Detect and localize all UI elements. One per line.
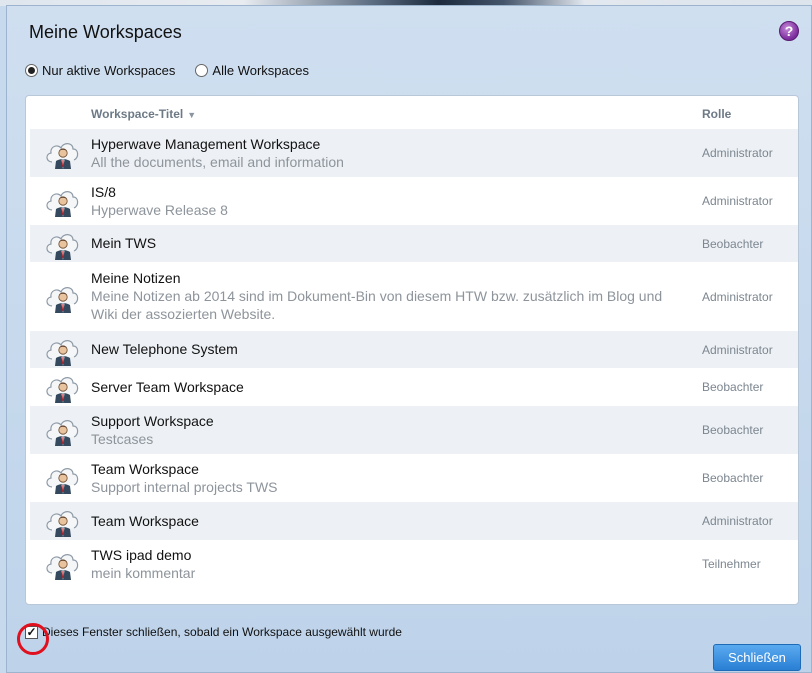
workspace-user-icon bbox=[44, 370, 80, 404]
table-row[interactable]: Support Workspace Testcases Beobachter bbox=[30, 406, 798, 454]
radio-active-workspaces[interactable]: Nur aktive Workspaces bbox=[25, 63, 175, 78]
workspace-role: Administrator bbox=[702, 146, 773, 160]
workspace-info: Team Workspace bbox=[91, 513, 668, 530]
workspace-info: Hyperwave Management Workspace All the do… bbox=[91, 136, 668, 171]
sort-descending-icon: ▼ bbox=[187, 110, 197, 120]
workspace-info: Server Team Workspace bbox=[91, 379, 668, 396]
workspace-role: Administrator bbox=[702, 290, 773, 304]
workspace-role: Administrator bbox=[702, 194, 773, 208]
workspace-description: Meine Notizen ab 2014 sind im Dokument-B… bbox=[91, 288, 663, 322]
help-icon[interactable]: ? bbox=[779, 21, 799, 41]
workspaces-dialog: Meine Workspaces ? Nur aktive Workspaces… bbox=[6, 5, 812, 673]
workspace-user-icon bbox=[44, 184, 80, 218]
workspace-title: Support Workspace bbox=[91, 413, 214, 429]
workspace-title: Team Workspace bbox=[91, 513, 199, 529]
radio-label: Alle Workspaces bbox=[212, 63, 309, 78]
workspace-role: Administrator bbox=[702, 343, 773, 357]
workspace-user-icon bbox=[44, 504, 80, 538]
radio-label: Nur aktive Workspaces bbox=[42, 63, 176, 78]
workspace-user-icon bbox=[44, 280, 80, 314]
workspace-description: Hyperwave Release 8 bbox=[91, 202, 228, 218]
dialog-title: Meine Workspaces bbox=[29, 22, 182, 42]
table-header: Workspace-Titel ▼ Rolle bbox=[26, 96, 798, 132]
table-row[interactable]: Meine Notizen Meine Notizen ab 2014 sind … bbox=[30, 262, 798, 331]
column-header-title-label: Workspace-Titel bbox=[91, 107, 184, 121]
table-row[interactable]: New Telephone System Administrator bbox=[30, 331, 798, 368]
workspace-info: IS/8 Hyperwave Release 8 bbox=[91, 184, 668, 219]
workspace-user-icon bbox=[44, 413, 80, 447]
table-row[interactable]: Server Team Workspace Beobachter bbox=[30, 368, 798, 406]
table-row[interactable]: Team Workspace Support internal projects … bbox=[30, 454, 798, 502]
workspace-user-icon bbox=[44, 547, 80, 581]
workspace-filter: Nur aktive Workspaces Alle Workspaces bbox=[25, 63, 329, 78]
workspace-info: Team Workspace Support internal projects … bbox=[91, 461, 668, 496]
table-row[interactable]: Team Workspace Administrator bbox=[30, 502, 798, 540]
workspace-role: Beobachter bbox=[702, 237, 764, 251]
workspace-info: New Telephone System bbox=[91, 341, 668, 358]
column-header-title[interactable]: Workspace-Titel ▼ bbox=[91, 107, 196, 121]
workspace-description: mein kommentar bbox=[91, 565, 196, 581]
workspace-description: All the documents, email and information bbox=[91, 154, 344, 170]
workspace-title: Hyperwave Management Workspace bbox=[91, 136, 321, 152]
workspace-role: Administrator bbox=[702, 514, 773, 528]
workspace-title: Team Workspace bbox=[91, 461, 199, 477]
workspace-user-icon bbox=[44, 227, 80, 261]
column-header-role[interactable]: Rolle bbox=[702, 107, 731, 121]
workspace-info: Meine Notizen Meine Notizen ab 2014 sind … bbox=[91, 270, 668, 323]
highlight-circle bbox=[17, 623, 49, 655]
workspace-user-icon bbox=[44, 461, 80, 495]
workspace-title: New Telephone System bbox=[91, 341, 238, 357]
workspace-info: TWS ipad demo mein kommentar bbox=[91, 547, 668, 582]
workspace-title: TWS ipad demo bbox=[91, 547, 192, 563]
workspace-user-icon bbox=[44, 333, 80, 367]
table-row[interactable]: IS/8 Hyperwave Release 8 Administrator bbox=[30, 177, 798, 225]
workspace-list: Workspace-Titel ▼ Rolle Hyperwave Managem… bbox=[25, 95, 799, 605]
workspace-description: Testcases bbox=[91, 431, 154, 447]
radio-unselected-icon bbox=[195, 64, 209, 77]
close-button[interactable]: Schließen bbox=[713, 644, 801, 671]
close-on-select-option[interactable]: ✓ Dieses Fenster schließen, sobald ein W… bbox=[25, 625, 402, 639]
radio-all-workspaces[interactable]: Alle Workspaces bbox=[195, 63, 309, 78]
workspace-description: Support internal projects TWS bbox=[91, 479, 278, 495]
workspace-role: Beobachter bbox=[702, 471, 764, 485]
workspace-role: Teilnehmer bbox=[702, 557, 761, 571]
workspace-info: Support Workspace Testcases bbox=[91, 413, 668, 448]
table-row[interactable]: TWS ipad demo mein kommentar Teilnehmer bbox=[30, 540, 798, 588]
workspace-role: Beobachter bbox=[702, 423, 764, 437]
workspace-user-icon bbox=[44, 136, 80, 170]
workspace-title: Meine Notizen bbox=[91, 270, 181, 286]
close-on-select-label: Dieses Fenster schließen, sobald ein Wor… bbox=[42, 625, 402, 639]
workspace-title: IS/8 bbox=[91, 184, 116, 200]
workspace-title: Server Team Workspace bbox=[91, 379, 244, 395]
workspace-title: Mein TWS bbox=[91, 235, 157, 251]
table-row[interactable]: Hyperwave Management Workspace All the do… bbox=[30, 129, 798, 177]
table-row[interactable]: Mein TWS Beobachter bbox=[30, 225, 798, 262]
workspace-role: Beobachter bbox=[702, 380, 764, 394]
radio-selected-icon bbox=[25, 64, 38, 77]
workspace-info: Mein TWS bbox=[91, 235, 668, 252]
